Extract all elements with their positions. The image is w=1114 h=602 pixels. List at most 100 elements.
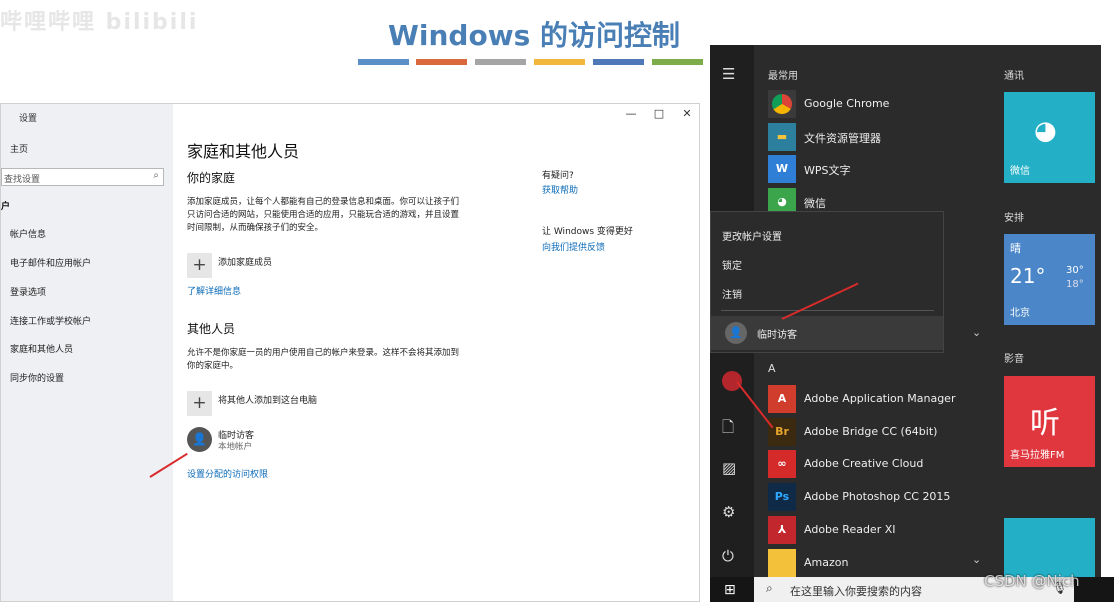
- get-help-link[interactable]: 获取帮助: [542, 183, 578, 196]
- app-label: WPS文字: [804, 164, 851, 177]
- family-heading: 你的家庭: [187, 171, 236, 185]
- settings-search-input[interactable]: 查找设置 ⌕: [1, 168, 164, 186]
- lock-item[interactable]: 锁定: [722, 257, 742, 272]
- sidebar-item-email-accounts[interactable]: 电子邮件和应用帐户: [10, 256, 91, 269]
- family-description: 添加家庭成员，让每个人都能有自己的登录信息和桌面。你可以让孩子们只访问合适的网站…: [187, 197, 460, 233]
- app-label: Adobe Reader XI: [804, 523, 896, 536]
- weather-city: 北京: [1010, 308, 1030, 319]
- ximalaya-icon: 听: [1030, 406, 1060, 441]
- app-adobe-reader[interactable]: ⅄ Adobe Reader XI: [768, 516, 998, 544]
- help-title: 有疑问?: [542, 171, 574, 181]
- feedback-link[interactable]: 向我们提供反馈: [542, 240, 605, 253]
- minimize-button[interactable]: —: [621, 107, 641, 120]
- adobe-icon: A: [768, 385, 796, 413]
- learn-more-link[interactable]: 了解详细信息: [187, 284, 241, 297]
- app-amazon[interactable]: Amazon: [768, 549, 998, 577]
- maximize-button[interactable]: □: [649, 107, 669, 120]
- guest-avatar-icon: 👤: [725, 322, 747, 344]
- letter-a-header[interactable]: A: [768, 362, 776, 375]
- chevron-down-icon[interactable]: ⌄: [972, 553, 981, 566]
- sidebar-item-sync[interactable]: 同步你的设置: [10, 371, 64, 384]
- group-label-comm: 通讯: [1004, 71, 1024, 82]
- app-adobe-application-manager[interactable]: A Adobe Application Manager: [768, 385, 998, 413]
- app-adobe-photoshop[interactable]: Ps Adobe Photoshop CC 2015: [768, 483, 998, 511]
- switch-to-guest-item[interactable]: 👤 临时访客: [711, 316, 943, 350]
- app-label: Adobe Application Manager: [804, 392, 956, 405]
- acrobat-icon: ⅄: [768, 516, 796, 544]
- app-label: Adobe Creative Cloud: [804, 457, 924, 470]
- guest-account-type: 本地帐户: [218, 442, 253, 452]
- app-label: Amazon: [804, 556, 849, 569]
- sidebar-home[interactable]: 主页: [10, 142, 28, 155]
- others-description: 允许不是你家庭一员的用户使用自己的帐户来登录。这样不会将其添加到你的家庭中。: [187, 348, 460, 371]
- photoshop-icon: Ps: [768, 483, 796, 511]
- hamburger-menu-icon[interactable]: ☰: [722, 65, 735, 83]
- sidebar-item-account-info[interactable]: 帐户信息: [10, 227, 46, 240]
- others-heading: 其他人员: [187, 322, 236, 336]
- pictures-icon[interactable]: ▨: [722, 459, 736, 477]
- slide-title: Windows 的访问控制: [388, 19, 680, 52]
- tile-weather[interactable]: 晴 21° 30° 18° 北京: [1004, 234, 1095, 325]
- tile-ximalaya[interactable]: 听 喜马拉雅FM: [1004, 376, 1095, 467]
- app-label: Google Chrome: [804, 97, 890, 110]
- sign-out-item[interactable]: 注销: [722, 286, 742, 301]
- sidebar-section-accounts: 户: [1, 202, 11, 212]
- app-label: Adobe Photoshop CC 2015: [804, 490, 951, 503]
- most-used-heading: 最常用: [768, 71, 798, 82]
- search-icon: ⌕: [766, 581, 773, 595]
- group-label-media: 影音: [1004, 354, 1024, 365]
- windows-start-icon[interactable]: ⊞: [724, 582, 736, 598]
- app-wps-writer[interactable]: W WPS文字: [768, 155, 998, 183]
- window-title: 设置: [19, 114, 38, 124]
- sidebar-item-family[interactable]: 家庭和其他人员: [10, 342, 73, 355]
- expand-chevron-icon[interactable]: ⌄: [972, 326, 981, 339]
- close-button[interactable]: ✕: [677, 107, 697, 120]
- guest-user-icon[interactable]: 👤: [187, 427, 212, 452]
- title-stripe-1: [358, 59, 409, 65]
- weather-low: 18°: [1066, 279, 1084, 290]
- creative-cloud-icon: ∞: [768, 450, 796, 478]
- user-avatar-icon[interactable]: [722, 371, 742, 391]
- title-stripe-2: [416, 59, 467, 65]
- title-stripe-4: [534, 59, 585, 65]
- sidebar-item-work-school[interactable]: 连接工作或学校帐户: [10, 314, 91, 327]
- change-account-settings-item[interactable]: 更改帐户设置: [722, 228, 782, 243]
- title-stripe-6: [652, 59, 703, 65]
- app-adobe-creative-cloud[interactable]: ∞ Adobe Creative Cloud: [768, 450, 998, 478]
- settings-gear-icon[interactable]: ⚙: [722, 503, 735, 521]
- search-icon: ⌕: [153, 170, 159, 181]
- weather-temp: 21°: [1010, 264, 1046, 288]
- app-adobe-bridge[interactable]: Br Adobe Bridge CC (64bit): [768, 418, 998, 446]
- add-other-plus-icon[interactable]: +: [187, 391, 212, 416]
- wechat-tile-icon: ◕: [1034, 116, 1057, 146]
- title-stripe-5: [593, 59, 644, 65]
- tile-wechat[interactable]: ◕ 微信: [1004, 92, 1095, 183]
- chrome-icon: [768, 90, 796, 118]
- add-family-button[interactable]: 添加家庭成员: [218, 255, 272, 268]
- app-google-chrome[interactable]: Google Chrome: [768, 90, 998, 118]
- settings-sidebar: 设置 主页 查找设置 ⌕ 户 帐户信息 电子邮件和应用帐户 登录选项 连接工作或…: [1, 104, 173, 601]
- power-icon[interactable]: ⏻: [722, 547, 734, 565]
- assigned-access-link[interactable]: 设置分配的访问权限: [187, 467, 268, 480]
- weather-condition: 晴: [1010, 242, 1021, 255]
- account-menu-popup: 更改帐户设置 锁定 注销 👤 临时访客: [710, 211, 944, 353]
- wps-icon: W: [768, 155, 796, 183]
- add-other-button[interactable]: 将其他人添加到这台电脑: [218, 393, 317, 406]
- bilibili-watermark: 哔哩哔哩 bilibili: [0, 10, 199, 35]
- app-label: 微信: [804, 197, 826, 210]
- add-family-plus-icon[interactable]: +: [187, 253, 212, 278]
- guest-label: 临时访客: [757, 330, 797, 341]
- weather-high: 30°: [1066, 265, 1084, 276]
- documents-icon[interactable]: 🗋: [722, 417, 734, 442]
- app-file-explorer[interactable]: ▬ 文件资源管理器: [768, 123, 998, 151]
- group-label-schedule: 安排: [1004, 213, 1024, 224]
- csdn-watermark: CSDN @Nich: [984, 572, 1080, 590]
- settings-window: 设置 主页 查找设置 ⌕ 户 帐户信息 电子邮件和应用帐户 登录选项 连接工作或…: [0, 103, 700, 602]
- sidebar-item-signin-options[interactable]: 登录选项: [10, 285, 46, 298]
- bridge-icon: Br: [768, 418, 796, 446]
- settings-search-placeholder: 查找设置: [4, 175, 41, 185]
- feedback-title: 让 Windows 变得更好: [542, 227, 633, 237]
- page-title: 家庭和其他人员: [187, 142, 300, 161]
- title-stripe-3: [475, 59, 526, 65]
- folder-icon: ▬: [768, 123, 796, 151]
